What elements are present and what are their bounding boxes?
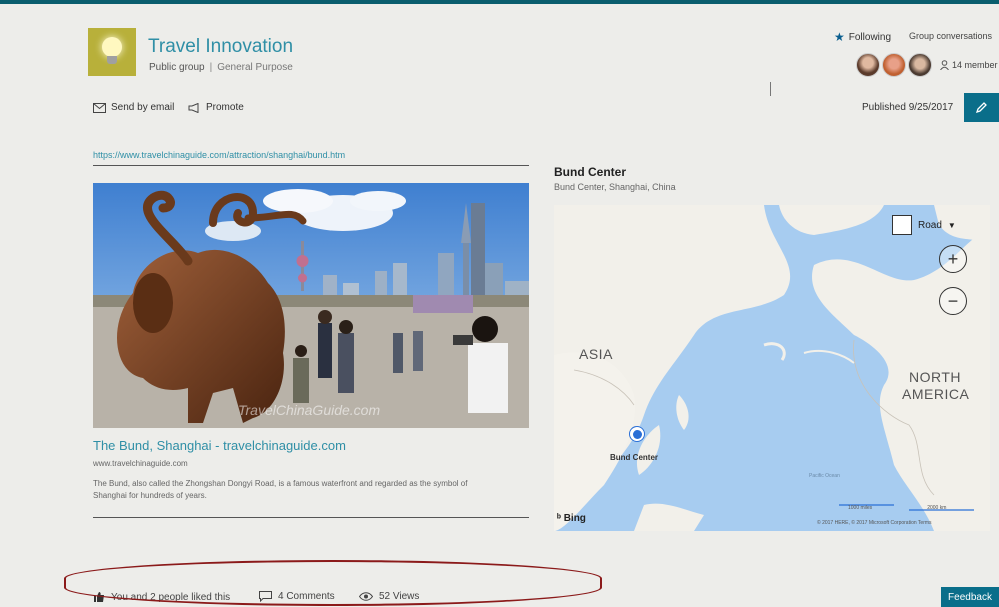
person-icon [940,60,949,70]
avatar [882,53,906,77]
send-by-email-label: Send by email [111,102,175,113]
map-label-asia: ASIA [579,346,613,362]
megaphone-icon [188,102,199,113]
map-style-dropdown[interactable]: Road ▼ [892,214,956,236]
following-label: Following [848,31,892,43]
edit-button[interactable] [964,93,999,122]
link-description: The Bund, also called the Zhongshan Dong… [93,479,468,500]
link-preview-image[interactable]: TravelChinaGuide.com [93,183,529,428]
star-icon: ★ [834,30,845,44]
bing-icon: ᵇ [557,513,561,524]
map-title: Bund Center [554,165,626,179]
bund-photo: TravelChinaGuide.com [93,183,529,428]
avatar [856,53,880,77]
map-view[interactable]: Pacific Ocean [554,205,990,531]
promote-button[interactable]: Promote [188,102,244,113]
map-label-america: AMERICA [902,386,970,402]
site-subtitle: Public group | General Purpose [149,62,293,73]
divider [93,517,529,518]
mouse-cursor [770,82,775,96]
members-count[interactable]: 14 member [940,60,998,70]
pencil-icon [975,102,987,114]
mail-icon [93,102,106,113]
ocean-label: Pacific Ocean [809,473,840,479]
map-style-label: Road [918,219,942,231]
scale-miles: 1000 miles [848,505,873,511]
map-copyright: © 2017 HERE, © 2017 Microsoft Corporatio… [817,520,932,526]
link-title[interactable]: The Bund, Shanghai - travelchinaguide.co… [93,438,346,453]
scale-km: 2000 km [927,505,947,511]
top-accent-bar [0,0,999,4]
map-canvas: Pacific Ocean [554,205,990,531]
member-avatars[interactable] [856,53,932,77]
map-style-icon [892,215,912,235]
link-url[interactable]: https://www.travelchinaguide.com/attract… [93,150,345,160]
bing-logo[interactable]: ᵇ Bing [557,513,586,524]
send-by-email-button[interactable]: Send by email [93,102,174,113]
pin-label: Bund Center [610,453,658,462]
privacy-label: Public group [149,62,205,73]
site-logo[interactable] [88,28,136,76]
promote-label: Promote [206,102,244,113]
classification-label: General Purpose [217,62,293,73]
link-source: www.travelchinaguide.com [93,459,188,468]
site-title[interactable]: Travel Innovation [148,36,293,58]
zoom-out-button[interactable]: − [939,287,967,315]
zoom-in-button[interactable]: + [939,245,967,273]
location-pin-icon[interactable] [629,426,645,442]
avatar [908,53,932,77]
map-address: Bund Center, Shanghai, China [554,182,676,192]
members-label: 14 member [952,60,998,70]
caret-down-icon: ▼ [947,220,956,230]
divider [93,165,529,166]
map-label-north: NORTH [909,369,962,385]
lightbulb-icon [99,37,125,67]
following-button[interactable]: ★ Following [834,30,891,44]
published-date: Published 9/25/2017 [862,102,954,113]
group-conversations-link[interactable]: Group conversations [909,31,992,41]
highlight-ellipse [64,560,602,606]
plus-icon: + [947,248,959,269]
photo-watermark: TravelChinaGuide.com [238,402,380,418]
minus-icon: − [947,290,959,311]
feedback-button[interactable]: Feedback [941,587,999,607]
map-scale: 1000 miles 2000 km [848,505,946,511]
